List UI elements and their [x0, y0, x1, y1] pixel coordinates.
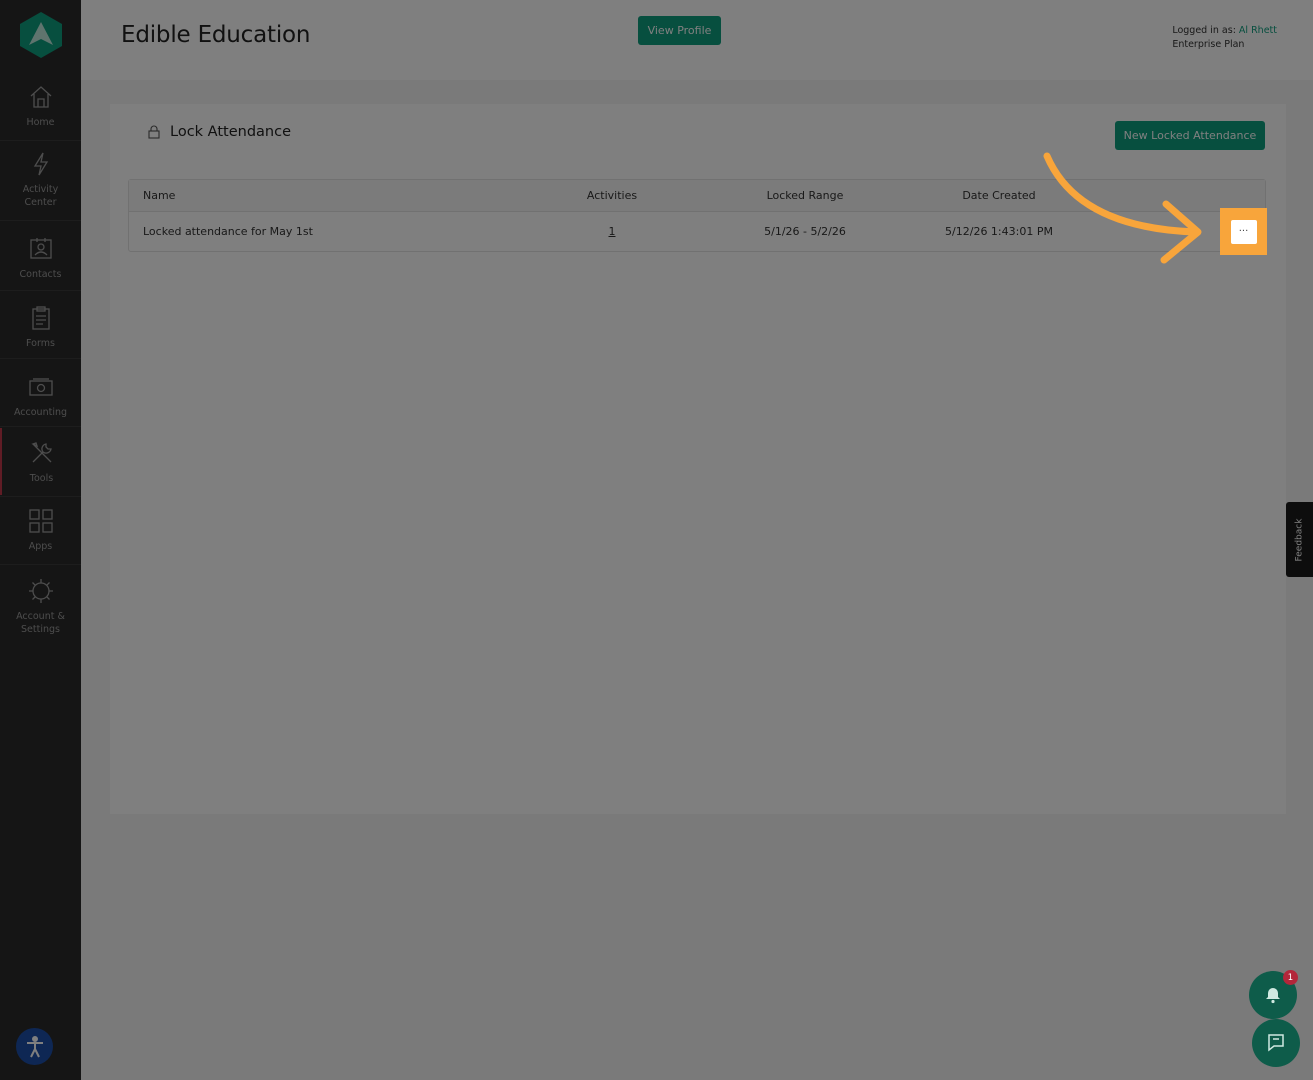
money-icon [28, 378, 53, 396]
column-header-activities[interactable]: Activities [549, 189, 675, 202]
login-info: Logged in as: Al Rhett Enterprise Plan [1172, 24, 1277, 52]
drag-handle-icon[interactable] [1236, 1038, 1246, 1054]
clipboard-icon [31, 306, 50, 330]
activities-count-link[interactable]: 1 [609, 225, 616, 238]
bell-icon [1266, 988, 1280, 1004]
view-profile-button[interactable]: View Profile [638, 16, 721, 45]
sidebar-item-label: Contacts [19, 269, 62, 280]
bolt-icon [33, 152, 48, 176]
chat-icon [1268, 1034, 1284, 1052]
divider [0, 358, 81, 359]
logo-icon[interactable] [20, 12, 62, 58]
sidebar: Home Activity Center Contacts Forms Acco… [0, 0, 81, 1080]
sidebar-item-label: Apps [28, 541, 53, 552]
user-name-link[interactable]: Al Rhett [1239, 25, 1277, 36]
highlight-box: ··· [1220, 208, 1267, 255]
feedback-label: Feedback [1294, 518, 1305, 561]
home-icon [30, 86, 51, 108]
gear-icon [28, 579, 53, 603]
logged-in-label: Logged in as: [1172, 25, 1236, 36]
contacts-icon [29, 238, 52, 259]
lock-icon [148, 125, 160, 139]
sidebar-item-activity-center[interactable]: Activity Center [0, 151, 81, 209]
divider [0, 220, 81, 221]
new-locked-attendance-button[interactable]: New Locked Attendance [1115, 121, 1265, 150]
row-name: Locked attendance for May 1st [143, 225, 313, 238]
sidebar-item-label: Activity Center [22, 184, 59, 208]
header: Edible Education View Profile Logged in … [81, 0, 1313, 80]
sidebar-item-label: Account & Settings [16, 611, 65, 635]
apps-grid-icon [28, 509, 53, 533]
page-title-text: Lock Attendance [170, 124, 291, 140]
sidebar-item-forms[interactable]: Forms [0, 305, 81, 350]
sidebar-item-tools[interactable]: Tools [0, 428, 81, 495]
column-header-name[interactable]: Name [129, 189, 549, 202]
feedback-tab[interactable]: Feedback [1286, 502, 1313, 577]
sidebar-item-apps[interactable]: Apps [0, 508, 81, 553]
sidebar-item-label: Home [26, 117, 55, 128]
divider [0, 426, 81, 427]
page-title: Lock Attendance [148, 124, 291, 140]
divider [0, 496, 81, 497]
divider [0, 290, 81, 291]
sidebar-item-account-settings[interactable]: Account & Settings [0, 578, 81, 636]
org-title: Edible Education [121, 22, 311, 48]
chat-button[interactable] [1252, 1019, 1300, 1067]
accessibility-button[interactable] [16, 1028, 53, 1065]
pointer-arrow-icon [1043, 152, 1202, 264]
notification-badge: 1 [1283, 970, 1298, 985]
column-header-locked-range[interactable]: Locked Range [675, 189, 935, 202]
divider [0, 140, 81, 141]
row-locked-range: 5/1/26 - 5/2/26 [764, 225, 846, 238]
sidebar-item-label: Accounting [13, 407, 68, 418]
tools-icon [30, 442, 52, 463]
sidebar-item-accounting[interactable]: Accounting [0, 374, 81, 419]
sidebar-item-home[interactable]: Home [0, 84, 81, 129]
divider [0, 564, 81, 565]
row-activities: 1 [549, 225, 675, 238]
plan-label: Enterprise Plan [1172, 39, 1245, 50]
more-actions-button[interactable]: ··· [1230, 219, 1257, 244]
sidebar-item-label: Forms [26, 338, 55, 349]
accessibility-icon [26, 1035, 43, 1057]
sidebar-item-contacts[interactable]: Contacts [0, 236, 81, 281]
sidebar-item-label: Tools [29, 473, 54, 484]
